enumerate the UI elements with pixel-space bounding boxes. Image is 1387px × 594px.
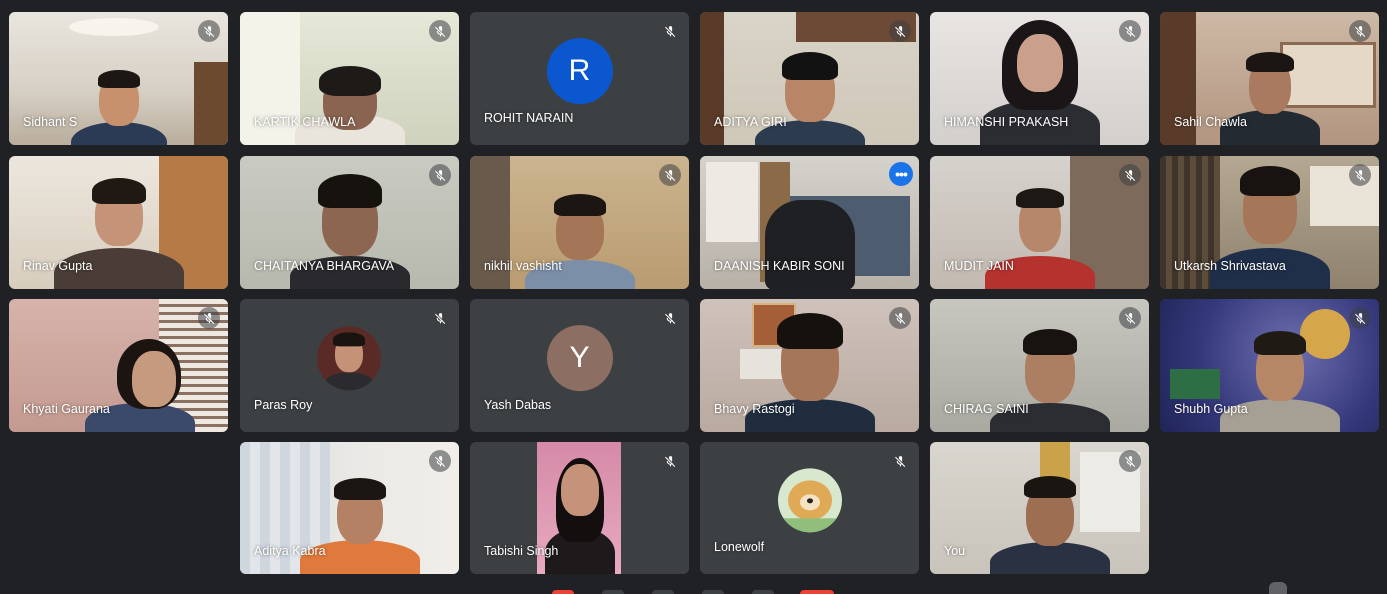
participant-tile[interactable]: Lonewolf	[700, 442, 919, 574]
participant-name: ROHIT NARAIN	[484, 111, 574, 125]
participant-name: KARTIK CHAWLA	[254, 115, 356, 129]
meeting-grid: Sidhant S KARTIK CHAWLA R ROHIT NARAIN A…	[0, 0, 1387, 594]
leave-call-button[interactable]	[800, 590, 834, 594]
participant-tile[interactable]: CHIRAG SAINI	[930, 299, 1149, 432]
participant-tile[interactable]: Tabishi Singh	[470, 442, 689, 574]
participant-name: Paras Roy	[254, 398, 313, 412]
mic-off-icon	[1349, 164, 1371, 186]
participant-name: Shubh Gupta	[1174, 402, 1248, 416]
participant-name: nikhil vashisht	[484, 259, 562, 273]
mic-off-icon	[659, 450, 681, 472]
participant-name: You	[944, 544, 966, 558]
participant-tile[interactable]: Khyati Gaurana	[9, 299, 228, 432]
mic-off-icon	[1119, 307, 1141, 329]
participant-tile[interactable]: MUDIT JAIN	[930, 156, 1149, 289]
mic-off-icon	[659, 307, 681, 329]
mic-off-icon	[889, 307, 911, 329]
participant-name: DAANISH KABIR SONI	[714, 259, 845, 273]
participant-name: Rinav Gupta	[23, 259, 93, 273]
participant-tile[interactable]: nikhil vashisht	[470, 156, 689, 289]
participant-name: Bhavy Rastogi	[714, 402, 795, 416]
participant-tile[interactable]: ADITYA GIRI	[700, 12, 919, 145]
more-options-icon[interactable]: •••	[889, 162, 913, 186]
participant-tile[interactable]: CHAITANYA BHARGAVA	[240, 156, 459, 289]
camera-button[interactable]	[602, 590, 624, 594]
participant-name: Khyati Gaurana	[23, 402, 110, 416]
mic-off-icon	[889, 20, 911, 42]
participant-tile-active-speaker[interactable]: DAANISH KABIR SONI •••	[700, 156, 919, 289]
avatar: R	[546, 37, 613, 104]
participant-tile[interactable]: R ROHIT NARAIN	[470, 12, 689, 145]
participant-tile[interactable]: Aditya Kabra	[240, 442, 459, 574]
mic-off-icon	[198, 20, 220, 42]
present-button[interactable]	[702, 590, 724, 594]
participant-name: ADITYA GIRI	[714, 115, 787, 129]
mic-off-icon	[889, 450, 911, 472]
more-button[interactable]	[752, 590, 774, 594]
participant-tile[interactable]: Y Yash Dabas	[470, 299, 689, 432]
mic-off-icon	[659, 20, 681, 42]
mic-off-icon	[429, 164, 451, 186]
captions-button[interactable]	[652, 590, 674, 594]
mic-off-icon	[659, 164, 681, 186]
participant-tile[interactable]: Sahil Chawla	[1160, 12, 1379, 145]
participant-tile[interactable]: Rinav Gupta	[9, 156, 228, 289]
mic-off-icon	[1119, 164, 1141, 186]
participant-tile[interactable]: Paras Roy	[240, 299, 459, 432]
participant-tile[interactable]: Shubh Gupta	[1160, 299, 1379, 432]
participant-name: CHAITANYA BHARGAVA	[254, 259, 395, 273]
participant-name: HIMANSHI PRAKASH	[944, 115, 1069, 129]
mic-button[interactable]	[552, 590, 574, 594]
participant-name: Utkarsh Shrivastava	[1174, 259, 1286, 273]
participant-tile[interactable]: HIMANSHI PRAKASH	[930, 12, 1149, 145]
participant-name: Aditya Kabra	[254, 544, 326, 558]
avatar: Y	[546, 324, 613, 391]
mic-off-icon	[1119, 20, 1141, 42]
participant-count-badge[interactable]	[1269, 582, 1287, 594]
mic-off-icon	[1349, 20, 1371, 42]
mic-off-icon	[429, 20, 451, 42]
participant-name: CHIRAG SAINI	[944, 402, 1029, 416]
participant-tile[interactable]: Utkarsh Shrivastava	[1160, 156, 1379, 289]
participant-name: Tabishi Singh	[484, 544, 559, 558]
participant-name: MUDIT JAIN	[944, 259, 1014, 273]
mic-off-icon	[429, 450, 451, 472]
mic-off-icon	[198, 307, 220, 329]
participant-name: Lonewolf	[714, 540, 765, 554]
mic-off-icon	[429, 307, 451, 329]
participant-tile[interactable]: KARTIK CHAWLA	[240, 12, 459, 145]
participant-name: Sahil Chawla	[1174, 115, 1247, 129]
meeting-controls-bar	[0, 580, 1387, 594]
mic-off-icon	[1349, 307, 1371, 329]
participant-name: Sidhant S	[23, 115, 78, 129]
avatar	[317, 325, 381, 390]
participant-tile[interactable]: Bhavy Rastogi	[700, 299, 919, 432]
participant-name: Yash Dabas	[484, 398, 552, 412]
participant-tile[interactable]: You	[930, 442, 1149, 574]
participant-tile[interactable]: Sidhant S	[9, 12, 228, 145]
mic-off-icon	[1119, 450, 1141, 472]
avatar	[777, 468, 842, 533]
